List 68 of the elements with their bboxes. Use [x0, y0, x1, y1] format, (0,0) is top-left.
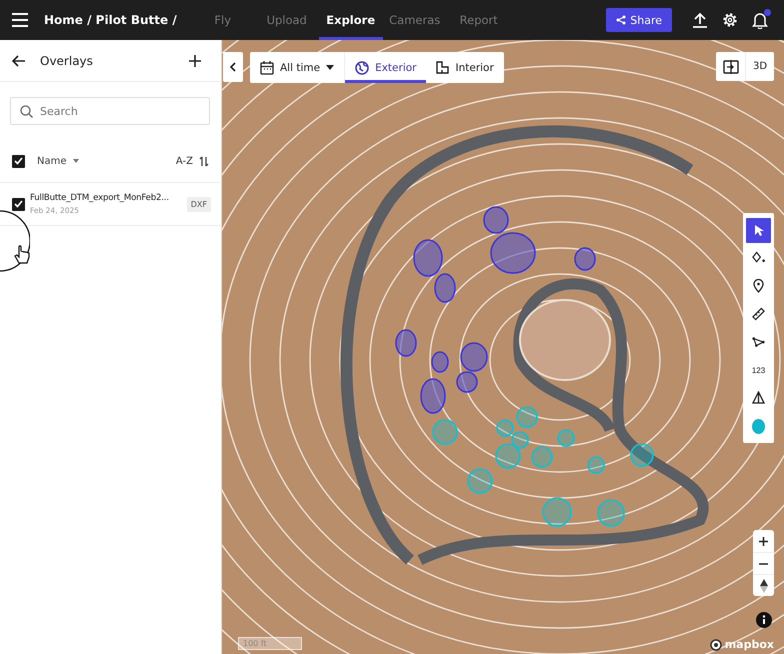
nav-tab[interactable]: Upload	[254, 0, 319, 40]
nav-tab[interactable]: Report	[446, 0, 511, 40]
share-button[interactable]: Share	[606, 8, 672, 32]
info-icon[interactable]	[756, 612, 772, 628]
tree-marker-circle	[516, 406, 538, 428]
map-pin-icon	[753, 279, 764, 293]
name-column-header[interactable]: Name	[37, 156, 67, 166]
menu-icon[interactable]	[12, 13, 28, 27]
pointer-icon	[754, 224, 764, 236]
tree-overlay-shape	[574, 247, 596, 271]
split-view-icon	[722, 60, 738, 74]
pyramid-icon	[752, 391, 765, 405]
add-icon[interactable]	[189, 54, 201, 66]
upload-icon[interactable]	[692, 12, 708, 28]
map-scale: 100 ft	[238, 637, 302, 650]
compass-icon	[760, 578, 768, 592]
pointer-tool[interactable]	[746, 218, 771, 242]
tree-overlay-shape	[456, 371, 478, 393]
caret-icon[interactable]	[72, 159, 79, 163]
select-all-checkbox[interactable]	[12, 154, 25, 168]
sort-icon[interactable]	[199, 156, 209, 166]
minus-icon	[759, 562, 768, 564]
tree-marker-circle	[496, 419, 514, 437]
search-field[interactable]: Search	[10, 97, 210, 125]
tree-marker-circle	[597, 499, 625, 527]
calendar-icon	[260, 60, 274, 74]
overlay-checkbox[interactable]	[12, 198, 25, 210]
caret-icon	[326, 65, 334, 70]
notification-bell-icon[interactable]	[752, 12, 768, 28]
tree-marker-circle	[587, 456, 605, 474]
tree-marker-circle	[542, 497, 572, 527]
tree-marker-circle	[467, 468, 493, 494]
chevron-left-icon	[230, 62, 236, 72]
search-icon	[20, 104, 33, 118]
tree-overlay-shape	[395, 329, 417, 357]
tree-overlay-shape	[460, 342, 488, 372]
tree-marker-circle	[630, 443, 654, 467]
sort-label[interactable]: A-Z	[176, 156, 193, 166]
time-filter-dropdown[interactable]: All time	[250, 52, 346, 83]
diamond-sparkle-icon	[752, 251, 765, 265]
polyline-icon	[752, 336, 765, 348]
plus-icon	[759, 536, 768, 546]
tree-overlay-shape	[434, 273, 456, 303]
file-type-tag: DXF	[186, 196, 211, 212]
nav-tab[interactable]: Fly	[190, 0, 255, 40]
ruler-icon	[752, 307, 765, 321]
globe-icon	[355, 60, 370, 74]
tree-overlay-shape	[413, 239, 443, 277]
number-tool[interactable]: 123	[746, 358, 771, 382]
collapse-panel-button[interactable]	[223, 52, 243, 82]
click-highlight-ring	[0, 210, 30, 272]
overlay-name: FullButte_DTM_export_MonFeb2...	[30, 193, 170, 203]
view-tab[interactable]: Exterior	[345, 52, 426, 83]
share-icon	[616, 15, 626, 25]
breadcrumb[interactable]: Home / Pilot Butte /	[44, 13, 177, 27]
tree-overlay-shape	[420, 378, 446, 414]
mapbox-logo-icon	[710, 638, 722, 650]
view-tab[interactable]: Interior	[426, 52, 504, 83]
tree-marker-circle	[531, 446, 553, 468]
nav-tab[interactable]: Cameras	[382, 0, 447, 40]
panel-title: Overlays	[40, 54, 94, 68]
back-arrow-icon[interactable]	[12, 54, 26, 66]
tree-overlay-shape	[431, 351, 449, 373]
settings-icon[interactable]	[722, 12, 738, 28]
tree-marker-circle	[557, 429, 575, 447]
tree-marker-circle	[432, 419, 458, 445]
floor-plan-icon	[436, 61, 450, 74]
hand-cursor-icon	[14, 245, 30, 265]
